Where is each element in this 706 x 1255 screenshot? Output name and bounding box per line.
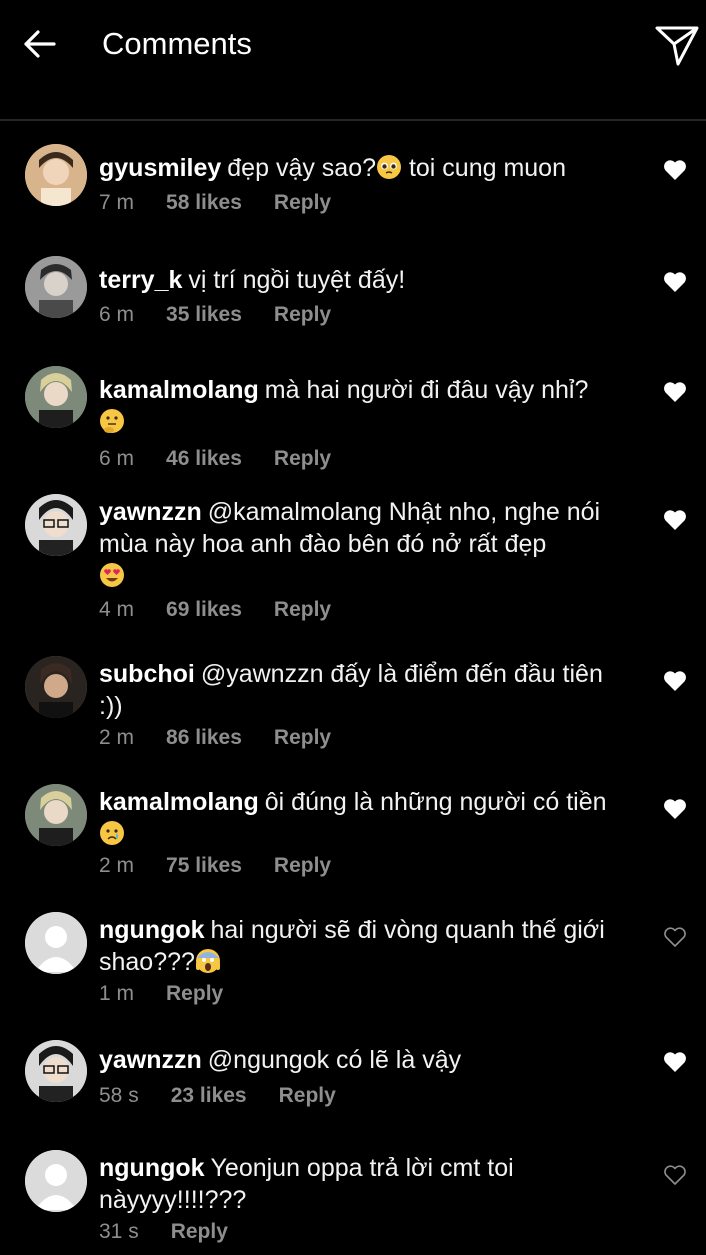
heart-filled-icon[interactable]: [662, 270, 688, 294]
heart-filled-icon[interactable]: [662, 158, 688, 182]
back-button[interactable]: [20, 24, 60, 64]
comment-time: 7 m: [99, 191, 135, 214]
heart-filled-icon[interactable]: [662, 669, 688, 693]
reply-button[interactable]: Reply: [274, 191, 331, 214]
comment-meta: 2 m 75 likes Reply: [99, 853, 363, 879]
comment-meta: 1 m Reply: [99, 981, 255, 1007]
comment-username[interactable]: gyusmiley: [99, 154, 221, 182]
comment-time: 4 m: [99, 598, 135, 621]
comment-text: subchoi @yawnzzn đấy là điểm đến đầu tiên…: [99, 660, 603, 720]
heart-filled-icon[interactable]: [662, 1050, 688, 1074]
comment-text: ngungok Yeonjun oppa trả lời cmt toi nàyy…: [99, 1154, 514, 1214]
comment-text: yawnzzn @ngungok có lẽ là vậy: [99, 1046, 462, 1074]
paper-plane-icon: [655, 26, 699, 66]
avatar[interactable]: [25, 144, 87, 206]
comment-time: 2 m: [99, 854, 135, 877]
avatar[interactable]: [25, 1040, 87, 1102]
comment-time: 2 m: [99, 726, 135, 749]
default-avatar[interactable]: [25, 912, 87, 974]
comment-username[interactable]: yawnzzn: [99, 498, 202, 526]
screaming-face-icon: [195, 949, 220, 973]
avatar[interactable]: [25, 656, 87, 718]
reply-button[interactable]: Reply: [274, 303, 331, 326]
like-count[interactable]: 58 likes: [166, 191, 242, 214]
comment-text: ngungok hai người sẽ đi vòng quanh thế gi…: [99, 916, 605, 976]
comment-text: kamalmolang ôi đúng là những người có tiề…: [99, 786, 629, 850]
arrow-left-icon: [24, 30, 56, 58]
comment-meta: 6 m 46 likes Reply: [99, 446, 363, 472]
reply-button[interactable]: Reply: [274, 447, 331, 470]
avatar[interactable]: [25, 784, 87, 846]
avatar[interactable]: [25, 366, 87, 428]
like-count[interactable]: 23 likes: [171, 1084, 247, 1107]
comment-time: 6 m: [99, 447, 135, 470]
like-count[interactable]: 86 likes: [166, 726, 242, 749]
like-count[interactable]: 35 likes: [166, 303, 242, 326]
comment-username[interactable]: kamalmolang: [99, 376, 259, 404]
comment-time: 6 m: [99, 303, 135, 326]
heart-filled-icon[interactable]: [662, 508, 688, 532]
share-button[interactable]: [654, 22, 700, 68]
comment-meta: 58 s 23 likes Reply: [99, 1083, 368, 1109]
like-count[interactable]: 69 likes: [166, 598, 242, 621]
comment-username[interactable]: kamalmolang: [99, 788, 259, 816]
reply-button[interactable]: Reply: [274, 726, 331, 749]
thinking-face-icon: [100, 409, 124, 433]
pleading-face-icon: [377, 155, 401, 179]
default-avatar[interactable]: [25, 1150, 87, 1212]
heart-outline-icon[interactable]: [662, 925, 688, 949]
comment-username[interactable]: subchoi: [99, 660, 195, 688]
comment-username[interactable]: terry_k: [99, 266, 182, 294]
reply-button[interactable]: Reply: [274, 598, 331, 621]
comment-meta: 2 m 86 likes Reply: [99, 725, 363, 751]
avatar[interactable]: [25, 256, 87, 318]
comment-time: 31 s: [99, 1220, 139, 1243]
comment-text: yawnzzn @kamalmolang Nhật nho, nghe nói m…: [99, 496, 629, 592]
comment-meta: 7 m 58 likes Reply: [99, 190, 363, 216]
comment-time: 58 s: [99, 1084, 139, 1107]
comment-time: 1 m: [99, 982, 135, 1005]
top-bar: Comments: [0, 0, 706, 121]
avatar[interactable]: [25, 494, 87, 556]
crying-face-icon: [100, 821, 124, 845]
comment-meta: 31 s Reply: [99, 1219, 260, 1245]
reply-button[interactable]: Reply: [166, 982, 223, 1005]
page-title: Comments: [102, 26, 252, 61]
comment-text: terry_k vị trí ngồi tuyệt đấy!: [99, 266, 406, 294]
comment-username[interactable]: ngungok: [99, 916, 205, 944]
heart-filled-icon[interactable]: [662, 797, 688, 821]
comment-username[interactable]: ngungok: [99, 1154, 205, 1182]
reply-button[interactable]: Reply: [279, 1084, 336, 1107]
comment-meta: 6 m 35 likes Reply: [99, 302, 363, 328]
like-count[interactable]: 46 likes: [166, 447, 242, 470]
heart-eyes-face-icon: [100, 563, 124, 587]
comment-text: gyusmiley đẹp vậy sao? toi cung muon: [99, 154, 566, 182]
like-count[interactable]: 75 likes: [166, 854, 242, 877]
comment-meta: 4 m 69 likes Reply: [99, 597, 363, 623]
reply-button[interactable]: Reply: [274, 854, 331, 877]
heart-filled-icon[interactable]: [662, 380, 688, 404]
comment-text: kamalmolang mà hai người đi đâu vậy nhỉ?: [99, 374, 629, 438]
reply-button[interactable]: Reply: [171, 1220, 228, 1243]
heart-outline-icon[interactable]: [662, 1163, 688, 1187]
comment-username[interactable]: yawnzzn: [99, 1046, 202, 1074]
